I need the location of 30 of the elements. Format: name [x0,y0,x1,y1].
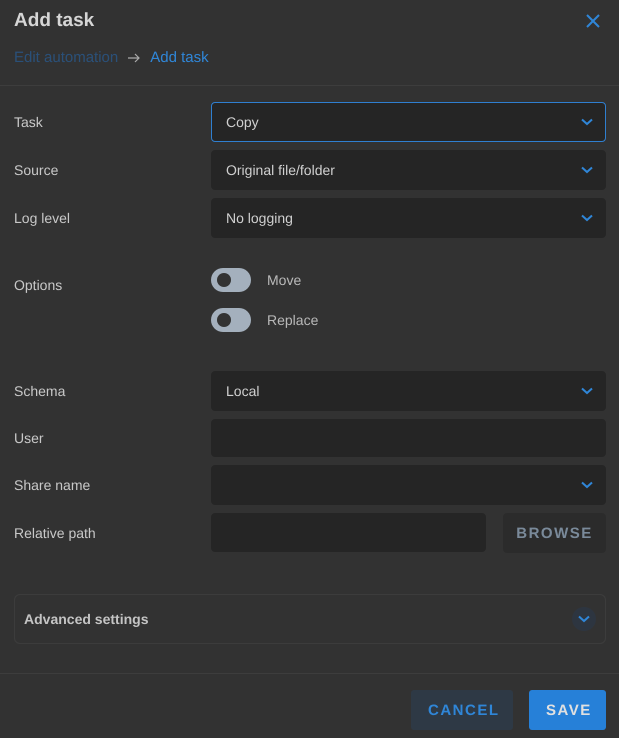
chevron-down-icon [581,214,593,222]
field-label: Log level [14,210,72,226]
dropdown-field[interactable]: No logging [211,198,606,238]
chevron-down-icon [578,615,590,623]
arrow-right-icon [128,52,140,62]
chevron-down-icon [581,118,593,126]
expand-button[interactable] [572,607,596,631]
toggle-switch[interactable] [211,307,251,333]
field-label: Task [14,114,44,130]
dropdown-field[interactable]: Local [211,371,606,411]
dropdown-field[interactable]: Copy [211,102,606,142]
toggle-label: Move [267,272,302,288]
close-icon[interactable] [586,14,600,28]
toggle-label: Replace [267,312,318,328]
dialog-title: Add task [14,10,94,32]
field-label: User [14,430,45,446]
browse-button[interactable]: BROWSE [503,513,606,553]
chevron-down-icon [581,166,593,174]
field-label: Relative path [14,525,97,541]
chevron-down-icon [581,387,593,395]
toggle-switch[interactable] [211,267,251,293]
field-label: Share name [14,477,92,493]
dropdown-field[interactable] [211,465,606,505]
panel-title: Advanced settings [24,611,148,627]
field-label: Options [14,276,64,293]
advanced-settings-panel[interactable]: Advanced settings [14,594,606,644]
field-label: Source [14,162,60,178]
dropdown-field[interactable]: Original file/folder [211,150,606,190]
field-label: Schema [14,383,66,399]
chevron-down-icon [581,481,593,489]
